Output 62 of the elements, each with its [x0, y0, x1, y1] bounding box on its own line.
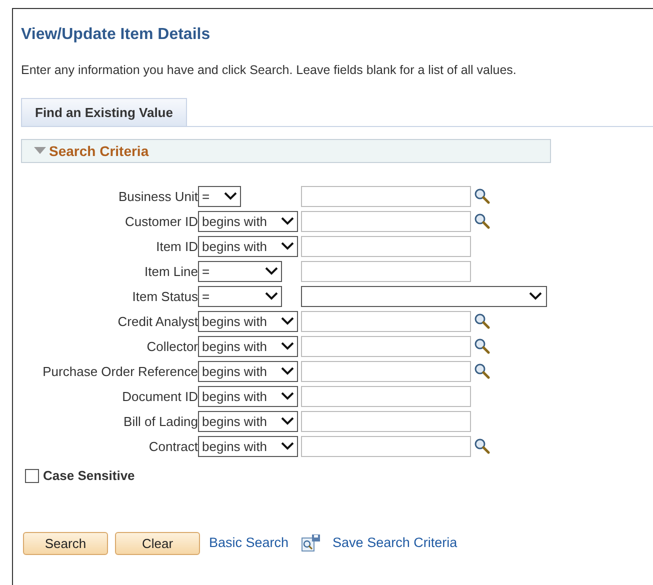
operator-select[interactable]: begins with — [198, 336, 298, 357]
action-button[interactable]: Clear — [115, 532, 200, 555]
input-field[interactable] — [301, 386, 471, 407]
instructions-text: Enter any information you have and click Search. Leave fields blank for a list of all values. — [21, 62, 518, 79]
chevron-down-icon — [281, 217, 294, 226]
field-label: Document ID — [122, 388, 198, 406]
input-field[interactable] — [301, 260, 471, 282]
input-field[interactable] — [301, 360, 471, 382]
input-field[interactable] — [301, 436, 471, 457]
link[interactable]: Save Search Criteria — [332, 533, 458, 554]
operator-select[interactable]: = — [198, 286, 282, 307]
field-label: Credit Analyst — [118, 312, 198, 331]
field-label: Collector — [146, 338, 198, 356]
search-icon[interactable] — [474, 363, 490, 380]
chevron-down-icon — [529, 292, 542, 300]
field-label: Item Status — [132, 288, 198, 306]
field-label: Customer ID — [125, 212, 198, 230]
field-label: Purchase Order Reference — [42, 362, 198, 380]
field-label: Business Unit — [118, 188, 198, 206]
chevron-down-icon — [224, 192, 237, 200]
operator-select[interactable]: begins with — [198, 360, 298, 382]
chevron-down-icon — [265, 292, 278, 300]
action-button[interactable]: Search — [23, 532, 108, 555]
save-search-icon[interactable] — [300, 534, 321, 552]
field-label: Contract — [148, 438, 198, 456]
chevron-down-icon — [281, 442, 294, 450]
operator-select[interactable]: begins with — [198, 410, 298, 432]
chevron-down-icon — [265, 267, 278, 276]
operator-select[interactable]: = — [198, 260, 282, 282]
input-field[interactable] — [301, 310, 471, 332]
chevron-down-icon — [281, 242, 294, 250]
input-field[interactable] — [301, 210, 471, 232]
input-field[interactable] — [301, 410, 471, 432]
operator-select[interactable]: begins with — [198, 310, 298, 332]
field-label: Item Line — [144, 262, 198, 280]
tab[interactable]: Find an Existing Value — [21, 98, 187, 128]
operator-select[interactable]: begins with — [198, 236, 298, 257]
field-label: Item ID — [156, 238, 198, 256]
search-icon[interactable] — [474, 188, 490, 204]
field-label: Bill of Lading — [124, 412, 198, 431]
page-title: View/Update Item Details — [21, 25, 212, 45]
chevron-down-icon — [281, 342, 294, 350]
link[interactable]: Basic Search — [209, 533, 289, 554]
search-icon[interactable] — [474, 213, 490, 230]
search-icon[interactable] — [474, 338, 490, 354]
input-field[interactable] — [301, 236, 471, 257]
search-icon[interactable] — [474, 313, 490, 330]
dropdown-field[interactable] — [301, 286, 547, 307]
checkbox[interactable] — [25, 469, 39, 483]
input-field[interactable] — [301, 186, 471, 207]
search-icon[interactable] — [474, 438, 490, 454]
chevron-down-icon — [281, 367, 294, 376]
chevron-down-icon — [281, 392, 294, 400]
section-header[interactable]: Search Criteria — [21, 139, 551, 164]
operator-select[interactable]: begins with — [198, 386, 298, 407]
input-field[interactable] — [301, 336, 471, 357]
checkbox-label: Case Sensitive — [43, 467, 135, 486]
chevron-down-icon — [281, 317, 294, 326]
chevron-down-icon — [281, 417, 294, 426]
operator-select[interactable]: begins with — [198, 210, 298, 232]
operator-select[interactable]: = — [198, 186, 241, 207]
operator-select[interactable]: begins with — [198, 436, 298, 457]
